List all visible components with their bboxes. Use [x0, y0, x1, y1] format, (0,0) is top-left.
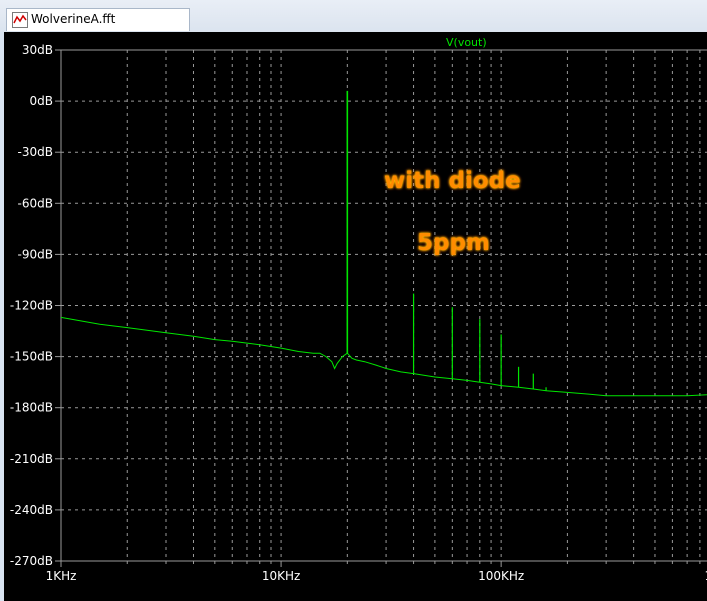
tick-labels: 30dB 0dB -30dB -60dB -90dB -120dB -150dB -180dB… [10, 43, 707, 583]
y-tick-label: -30dB [18, 145, 53, 159]
document-title: WolverineA.fft [31, 12, 116, 26]
waveform-chart-icon [12, 12, 28, 28]
y-tick-label: -90dB [18, 247, 53, 261]
y-tick-label: -60dB [18, 196, 53, 210]
y-tick-label: -270dB [10, 554, 53, 568]
x-tick-label: 10KHz [262, 569, 300, 583]
fft-plot-pane[interactable]: 30dB 0dB -30dB -60dB -90dB -120dB -150dB -180dB… [4, 32, 707, 601]
annotation-with-diode: with diode [384, 168, 521, 194]
y-tick-label: 0dB [30, 94, 53, 108]
y-tick-label: -210dB [10, 452, 53, 466]
grid [60, 49, 707, 562]
y-tick-label: -150dB [10, 350, 53, 364]
y-tick-label: -180dB [10, 401, 53, 415]
window-titlebar: WolverineA.fft [0, 0, 707, 32]
fft-chart[interactable]: 30dB 0dB -30dB -60dB -90dB -120dB -150dB -180dB… [4, 32, 707, 601]
document-tab[interactable]: WolverineA.fft [6, 8, 190, 31]
y-tick-label: -120dB [10, 299, 53, 313]
x-tick-label: 1KHz [46, 569, 77, 583]
y-tick-label: 30dB [22, 43, 53, 57]
x-tick-label: 100KHz [478, 569, 524, 583]
y-tick-label: -240dB [10, 503, 53, 517]
series-layer [60, 90, 707, 397]
annotation-5ppm: 5ppm [417, 230, 490, 256]
trace-label[interactable]: V(vout) [446, 36, 487, 49]
axes [55, 49, 707, 567]
